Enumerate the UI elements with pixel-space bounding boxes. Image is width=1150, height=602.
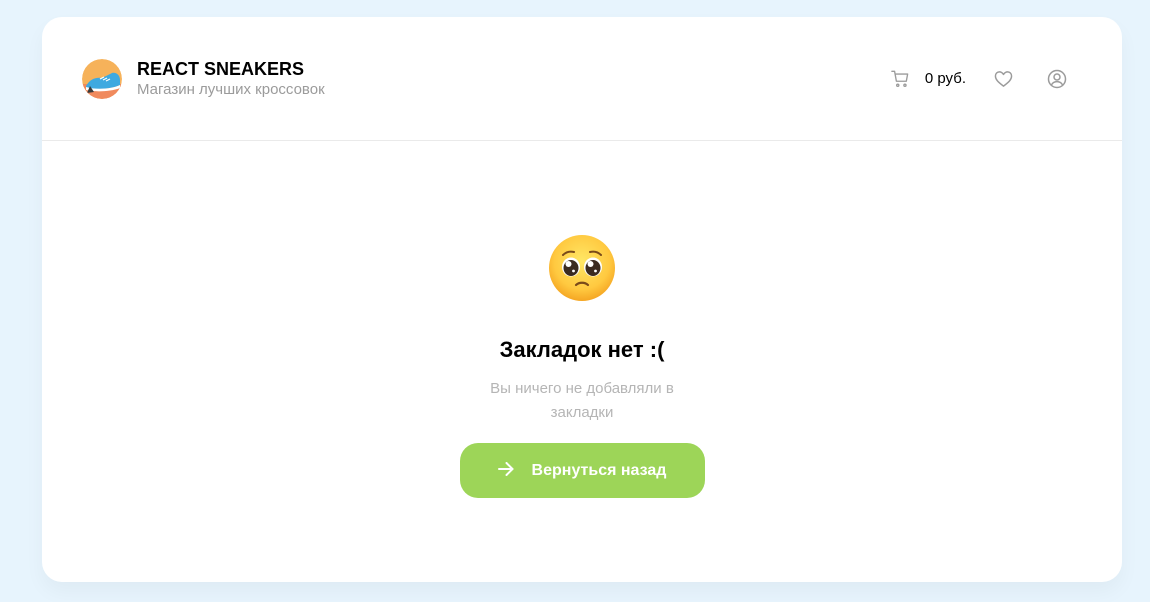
brand-subtitle: Магазин лучших кроссовок (137, 80, 325, 98)
cart-icon (891, 70, 909, 88)
go-back-label: Вернуться назад (531, 461, 667, 479)
cart-button[interactable]: 0 руб. (891, 70, 966, 88)
brand-title: REACT SNEAKERS (137, 58, 305, 79)
header-actions: 0 руб. (891, 69, 1082, 89)
empty-description: Вы ничего не добавляли в закладки (490, 380, 674, 421)
cart-total: 0 руб. (924, 70, 966, 87)
arrow-right-icon (497, 462, 514, 479)
header: REACT SNEAKERS Магазин лучших кроссовок … (42, 17, 1122, 141)
brand-text: REACT SNEAKERS Магазин лучших кроссовок (137, 58, 325, 100)
user-icon[interactable] (1047, 69, 1067, 89)
go-back-button[interactable]: Вернуться назад (459, 443, 705, 498)
page-card: REACT SNEAKERS Магазин лучших кроссовок … (42, 17, 1122, 582)
empty-title: Закладок нет :( (499, 337, 665, 362)
sneaker-logo-icon (82, 58, 122, 99)
empty-bookmarks: Закладок нет :( Вы ничего не добавляли в… (42, 141, 1122, 498)
brand[interactable]: REACT SNEAKERS Магазин лучших кроссовок (82, 58, 325, 100)
heart-icon[interactable] (994, 70, 1013, 88)
pleading-face-emoji (549, 235, 615, 301)
